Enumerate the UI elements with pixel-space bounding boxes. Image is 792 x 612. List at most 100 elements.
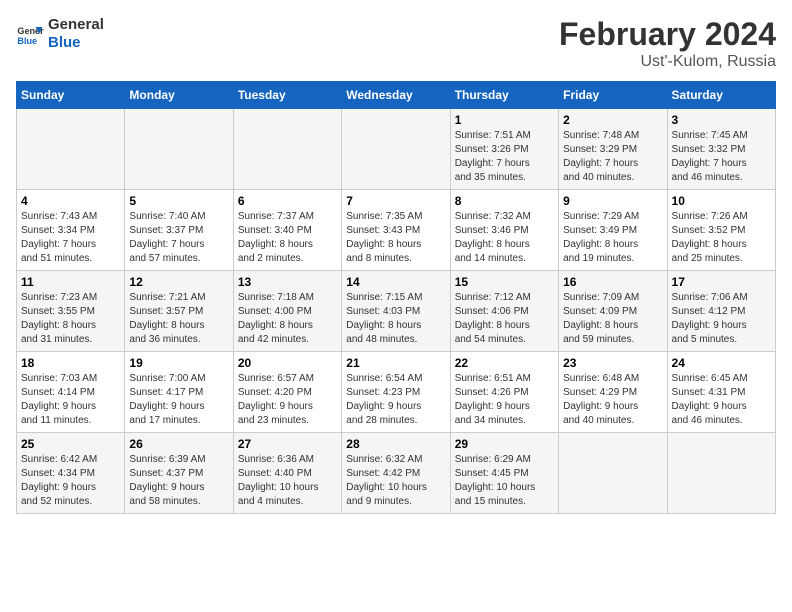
- day-info: Sunrise: 6:29 AM Sunset: 4:45 PM Dayligh…: [455, 453, 554, 509]
- calendar-cell: 5 Sunrise: 7:40 AM Sunset: 3:37 PM Daylig…: [125, 190, 233, 271]
- calendar-cell: 17 Sunrise: 7:06 AM Sunset: 4:12 PM Dayli…: [667, 271, 775, 352]
- title-section: February 2024 Ust'-Kulom, Russia: [559, 16, 776, 71]
- day-info: Sunrise: 7:29 AM Sunset: 3:49 PM Dayligh…: [563, 210, 662, 266]
- day-number: 13: [238, 275, 337, 289]
- day-number: 25: [21, 437, 120, 451]
- day-info: Sunrise: 7:06 AM Sunset: 4:12 PM Dayligh…: [672, 291, 771, 347]
- calendar-cell: 11 Sunrise: 7:23 AM Sunset: 3:55 PM Dayli…: [17, 271, 125, 352]
- page-header: General Blue General Blue February 2024 …: [16, 16, 776, 71]
- logo-blue: Blue: [48, 34, 104, 52]
- day-number: 27: [238, 437, 337, 451]
- calendar-cell: 20 Sunrise: 6:57 AM Sunset: 4:20 PM Dayli…: [233, 352, 341, 433]
- day-number: 3: [672, 113, 771, 127]
- day-info: Sunrise: 7:09 AM Sunset: 4:09 PM Dayligh…: [563, 291, 662, 347]
- day-number: 29: [455, 437, 554, 451]
- calendar-cell: 25 Sunrise: 6:42 AM Sunset: 4:34 PM Dayli…: [17, 433, 125, 514]
- weekday-header-sunday: Sunday: [17, 82, 125, 109]
- day-number: 15: [455, 275, 554, 289]
- day-info: Sunrise: 6:57 AM Sunset: 4:20 PM Dayligh…: [238, 372, 337, 428]
- calendar-cell: [125, 109, 233, 190]
- weekday-header-saturday: Saturday: [667, 82, 775, 109]
- calendar-week-row: 11 Sunrise: 7:23 AM Sunset: 3:55 PM Dayli…: [17, 271, 776, 352]
- day-info: Sunrise: 6:42 AM Sunset: 4:34 PM Dayligh…: [21, 453, 120, 509]
- day-info: Sunrise: 7:00 AM Sunset: 4:17 PM Dayligh…: [129, 372, 228, 428]
- day-info: Sunrise: 7:03 AM Sunset: 4:14 PM Dayligh…: [21, 372, 120, 428]
- day-info: Sunrise: 6:32 AM Sunset: 4:42 PM Dayligh…: [346, 453, 445, 509]
- day-info: Sunrise: 7:45 AM Sunset: 3:32 PM Dayligh…: [672, 129, 771, 185]
- day-number: 10: [672, 194, 771, 208]
- calendar-cell: 15 Sunrise: 7:12 AM Sunset: 4:06 PM Dayli…: [450, 271, 558, 352]
- calendar-cell: 18Sunrise: 7:03 AM Sunset: 4:14 PM Dayli…: [17, 352, 125, 433]
- calendar-cell: 27 Sunrise: 6:36 AM Sunset: 4:40 PM Dayli…: [233, 433, 341, 514]
- calendar-cell: 29 Sunrise: 6:29 AM Sunset: 4:45 PM Dayli…: [450, 433, 558, 514]
- day-info: Sunrise: 7:18 AM Sunset: 4:00 PM Dayligh…: [238, 291, 337, 347]
- day-info: Sunrise: 7:35 AM Sunset: 3:43 PM Dayligh…: [346, 210, 445, 266]
- day-info: Sunrise: 6:51 AM Sunset: 4:26 PM Dayligh…: [455, 372, 554, 428]
- calendar-cell: 24 Sunrise: 6:45 AM Sunset: 4:31 PM Dayli…: [667, 352, 775, 433]
- day-info: Sunrise: 6:39 AM Sunset: 4:37 PM Dayligh…: [129, 453, 228, 509]
- calendar-cell: 21 Sunrise: 6:54 AM Sunset: 4:23 PM Dayli…: [342, 352, 450, 433]
- calendar-cell: 12Sunrise: 7:21 AM Sunset: 3:57 PM Dayli…: [125, 271, 233, 352]
- calendar-cell: 16Sunrise: 7:09 AM Sunset: 4:09 PM Dayli…: [559, 271, 667, 352]
- day-number: 24: [672, 356, 771, 370]
- calendar-cell: 6Sunrise: 7:37 AM Sunset: 3:40 PM Daylig…: [233, 190, 341, 271]
- day-info: Sunrise: 7:32 AM Sunset: 3:46 PM Dayligh…: [455, 210, 554, 266]
- weekday-header-tuesday: Tuesday: [233, 82, 341, 109]
- calendar-cell: [667, 433, 775, 514]
- day-info: Sunrise: 7:48 AM Sunset: 3:29 PM Dayligh…: [563, 129, 662, 185]
- weekday-header-row: SundayMondayTuesdayWednesdayThursdayFrid…: [17, 82, 776, 109]
- calendar-cell: 3 Sunrise: 7:45 AM Sunset: 3:32 PM Daylig…: [667, 109, 775, 190]
- logo: General Blue General Blue: [16, 16, 104, 52]
- calendar-week-row: 25 Sunrise: 6:42 AM Sunset: 4:34 PM Dayli…: [17, 433, 776, 514]
- day-number: 28: [346, 437, 445, 451]
- day-number: 11: [21, 275, 120, 289]
- day-number: 7: [346, 194, 445, 208]
- calendar-cell: 22 Sunrise: 6:51 AM Sunset: 4:26 PM Dayli…: [450, 352, 558, 433]
- day-number: 22: [455, 356, 554, 370]
- calendar-cell: 19 Sunrise: 7:00 AM Sunset: 4:17 PM Dayli…: [125, 352, 233, 433]
- day-number: 26: [129, 437, 228, 451]
- subtitle: Ust'-Kulom, Russia: [559, 53, 776, 71]
- day-info: Sunrise: 7:40 AM Sunset: 3:37 PM Dayligh…: [129, 210, 228, 266]
- weekday-header-thursday: Thursday: [450, 82, 558, 109]
- calendar-week-row: 4Sunrise: 7:43 AM Sunset: 3:34 PM Daylig…: [17, 190, 776, 271]
- weekday-header-monday: Monday: [125, 82, 233, 109]
- day-number: 5: [129, 194, 228, 208]
- calendar-cell: 28 Sunrise: 6:32 AM Sunset: 4:42 PM Dayli…: [342, 433, 450, 514]
- day-number: 17: [672, 275, 771, 289]
- day-number: 21: [346, 356, 445, 370]
- calendar-cell: 13 Sunrise: 7:18 AM Sunset: 4:00 PM Dayli…: [233, 271, 341, 352]
- calendar-week-row: 1Sunrise: 7:51 AM Sunset: 3:26 PM Daylig…: [17, 109, 776, 190]
- day-number: 2: [563, 113, 662, 127]
- calendar-cell: 9 Sunrise: 7:29 AM Sunset: 3:49 PM Daylig…: [559, 190, 667, 271]
- day-info: Sunrise: 7:12 AM Sunset: 4:06 PM Dayligh…: [455, 291, 554, 347]
- day-number: 19: [129, 356, 228, 370]
- calendar-table: SundayMondayTuesdayWednesdayThursdayFrid…: [16, 81, 776, 514]
- day-info: Sunrise: 6:36 AM Sunset: 4:40 PM Dayligh…: [238, 453, 337, 509]
- day-number: 14: [346, 275, 445, 289]
- calendar-week-row: 18Sunrise: 7:03 AM Sunset: 4:14 PM Dayli…: [17, 352, 776, 433]
- day-info: Sunrise: 6:54 AM Sunset: 4:23 PM Dayligh…: [346, 372, 445, 428]
- day-number: 1: [455, 113, 554, 127]
- day-number: 9: [563, 194, 662, 208]
- calendar-cell: [342, 109, 450, 190]
- day-number: 23: [563, 356, 662, 370]
- calendar-cell: 8 Sunrise: 7:32 AM Sunset: 3:46 PM Daylig…: [450, 190, 558, 271]
- day-info: Sunrise: 7:15 AM Sunset: 4:03 PM Dayligh…: [346, 291, 445, 347]
- day-number: 4: [21, 194, 120, 208]
- day-info: Sunrise: 7:21 AM Sunset: 3:57 PM Dayligh…: [129, 291, 228, 347]
- calendar-cell: [233, 109, 341, 190]
- logo-icon: General Blue: [16, 20, 44, 48]
- calendar-cell: 14 Sunrise: 7:15 AM Sunset: 4:03 PM Dayli…: [342, 271, 450, 352]
- day-number: 8: [455, 194, 554, 208]
- day-number: 20: [238, 356, 337, 370]
- calendar-cell: 23Sunrise: 6:48 AM Sunset: 4:29 PM Dayli…: [559, 352, 667, 433]
- day-info: Sunrise: 7:37 AM Sunset: 3:40 PM Dayligh…: [238, 210, 337, 266]
- main-title: February 2024: [559, 16, 776, 53]
- day-info: Sunrise: 6:45 AM Sunset: 4:31 PM Dayligh…: [672, 372, 771, 428]
- calendar-cell: [559, 433, 667, 514]
- day-info: Sunrise: 7:23 AM Sunset: 3:55 PM Dayligh…: [21, 291, 120, 347]
- calendar-cell: 2 Sunrise: 7:48 AM Sunset: 3:29 PM Daylig…: [559, 109, 667, 190]
- weekday-header-friday: Friday: [559, 82, 667, 109]
- calendar-cell: 26 Sunrise: 6:39 AM Sunset: 4:37 PM Dayli…: [125, 433, 233, 514]
